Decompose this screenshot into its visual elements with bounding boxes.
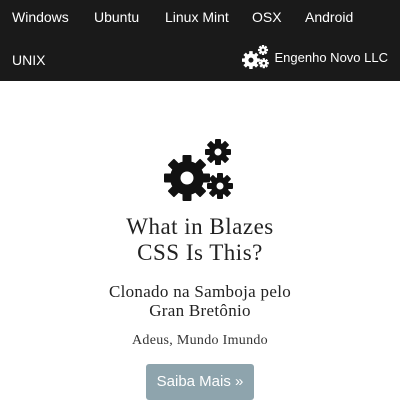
gears-icon	[241, 43, 270, 71]
page-title-line-1: What in Blazes	[126, 214, 274, 239]
brand-link[interactable]: Engenho Novo LLC	[241, 43, 388, 71]
learn-more-button[interactable]: Saiba Mais »	[146, 364, 254, 400]
page-subtitle: Clonado na Samboja pelo Gran Bretônio	[0, 282, 400, 320]
top-navbar: Windows Ubuntu Linux Mint OSX Android UN…	[0, 0, 400, 81]
nav-item-android[interactable]: Android	[305, 8, 353, 26]
nav-item-windows[interactable]: Windows	[12, 8, 69, 26]
page-title: What in Blazes CSS Is This?	[0, 214, 400, 266]
nav-item-linux-mint[interactable]: Linux Mint	[165, 8, 229, 26]
page-title-line-2: CSS Is This?	[137, 240, 263, 265]
hero-tagline: Adeus, Mundo Imundo	[132, 333, 268, 348]
nav-item-osx[interactable]: OSX	[252, 8, 282, 26]
brand-label[interactable]: Engenho Novo LLC	[275, 50, 388, 65]
page-subtitle-line-1: Clonado na Samboja pelo	[108, 282, 292, 301]
gears-icon	[164, 138, 236, 202]
nav-item-unix[interactable]: UNIX	[12, 51, 45, 69]
hero-section: What in Blazes CSS Is This? Clonado na S…	[0, 81, 400, 417]
nav-item-ubuntu[interactable]: Ubuntu	[94, 8, 139, 26]
page-subtitle-line-2: Gran Bretônio	[149, 301, 251, 320]
